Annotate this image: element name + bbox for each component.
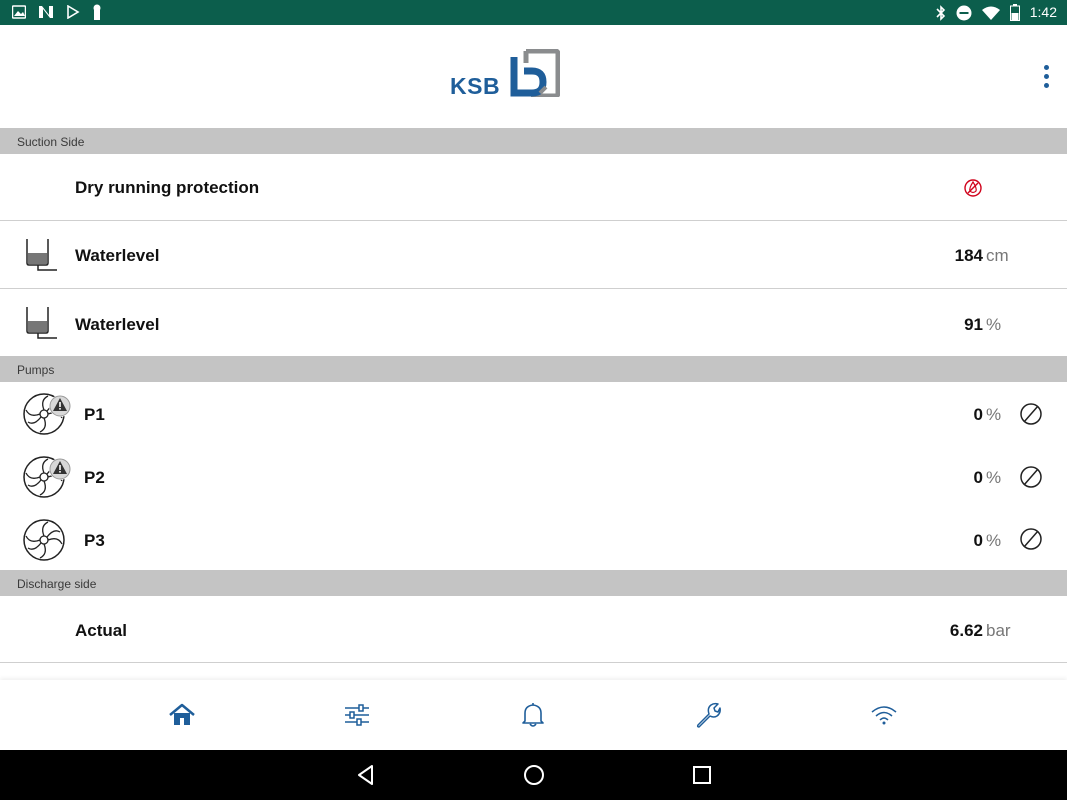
wrench-icon xyxy=(696,702,721,728)
pump-label: P2 xyxy=(84,468,105,487)
status-bar: 1:42 xyxy=(0,0,1067,25)
pump-off-icon[interactable] xyxy=(1019,401,1043,427)
pressure-unit: bar xyxy=(986,621,1011,640)
nav-service-button[interactable] xyxy=(693,700,723,730)
waterlevel-unit: % xyxy=(986,315,1002,334)
home-icon xyxy=(169,703,195,725)
n-icon xyxy=(39,6,53,18)
waterlevel-value: 184 xyxy=(954,246,983,265)
pump-row-p3[interactable]: P3 0 % xyxy=(0,508,1067,570)
back-icon[interactable] xyxy=(354,763,378,787)
pump-label: P3 xyxy=(84,531,105,550)
more-vert-icon xyxy=(1043,64,1049,70)
section-title: Discharge side xyxy=(17,577,97,591)
nav-home-button[interactable] xyxy=(167,700,197,730)
do-not-disturb-icon xyxy=(956,5,972,20)
section-title: Pumps xyxy=(17,363,55,377)
overflow-menu-button[interactable] xyxy=(1033,61,1059,91)
nav-settings-button[interactable] xyxy=(342,700,372,730)
system-navigation-bar xyxy=(0,750,1067,800)
ksb-logo-mark xyxy=(510,49,560,97)
pump-icon xyxy=(23,519,65,561)
discharge-actual-row[interactable]: Actual 6.62 bar xyxy=(0,596,1067,663)
play-store-icon xyxy=(67,5,80,19)
section-title: Suction Side xyxy=(17,135,85,149)
home-circle-icon[interactable] xyxy=(522,763,546,787)
pump-off-icon[interactable] xyxy=(1019,526,1043,552)
usb-icon xyxy=(93,4,101,20)
bluetooth-icon xyxy=(936,4,945,21)
section-header-pumps: Pumps xyxy=(0,356,1067,382)
pump-icon xyxy=(23,393,71,435)
section-header-suction: Suction Side xyxy=(0,128,1067,154)
pump-value: 0 xyxy=(973,405,983,424)
pump-unit: % xyxy=(986,405,1002,424)
settings-sliders-icon xyxy=(345,704,369,726)
status-time: 1:42 xyxy=(1029,4,1057,20)
row-label: Dry running protection xyxy=(75,178,260,197)
tank-level-icon xyxy=(26,239,57,271)
pressure-value: 6.62 xyxy=(949,621,983,640)
waterlevel-unit: cm xyxy=(986,246,1009,265)
row-label: Waterlevel xyxy=(75,315,160,334)
row-label: Waterlevel xyxy=(75,246,160,265)
dry-running-row[interactable]: Dry running protection xyxy=(0,154,1067,221)
app-header: KSB xyxy=(0,25,1067,128)
pump-unit: % xyxy=(986,531,1002,550)
waterlevel-cm-row[interactable]: Waterlevel 184 cm xyxy=(0,221,1067,289)
nav-connection-button[interactable] xyxy=(869,700,899,730)
logo-text: KSB xyxy=(450,73,501,99)
pump-value: 0 xyxy=(973,531,983,550)
bell-icon xyxy=(522,703,544,727)
pump-row-p2[interactable]: P2 0 % xyxy=(0,445,1067,508)
waterlevel-percent-row[interactable]: Waterlevel 91 % xyxy=(0,289,1067,356)
dry-run-off-icon xyxy=(964,179,982,197)
battery-icon xyxy=(1009,4,1020,21)
wifi-icon xyxy=(871,706,897,725)
ksb-logo: KSB xyxy=(450,49,562,99)
bottom-navigation xyxy=(0,680,1067,750)
section-header-discharge: Discharge side xyxy=(0,570,1067,596)
tank-level-icon xyxy=(26,307,57,339)
row-label: Actual xyxy=(75,621,127,640)
pump-icon xyxy=(23,456,71,498)
pump-off-icon[interactable] xyxy=(1019,464,1043,490)
pump-row-p1[interactable]: P1 0 % xyxy=(0,382,1067,445)
wifi-icon xyxy=(981,6,1000,20)
pump-value: 0 xyxy=(973,468,983,487)
image-icon xyxy=(12,5,26,19)
waterlevel-value: 91 xyxy=(964,315,983,334)
pump-unit: % xyxy=(986,468,1002,487)
recents-icon[interactable] xyxy=(690,763,714,787)
pump-label: P1 xyxy=(84,405,105,424)
nav-alerts-button[interactable] xyxy=(518,700,548,730)
